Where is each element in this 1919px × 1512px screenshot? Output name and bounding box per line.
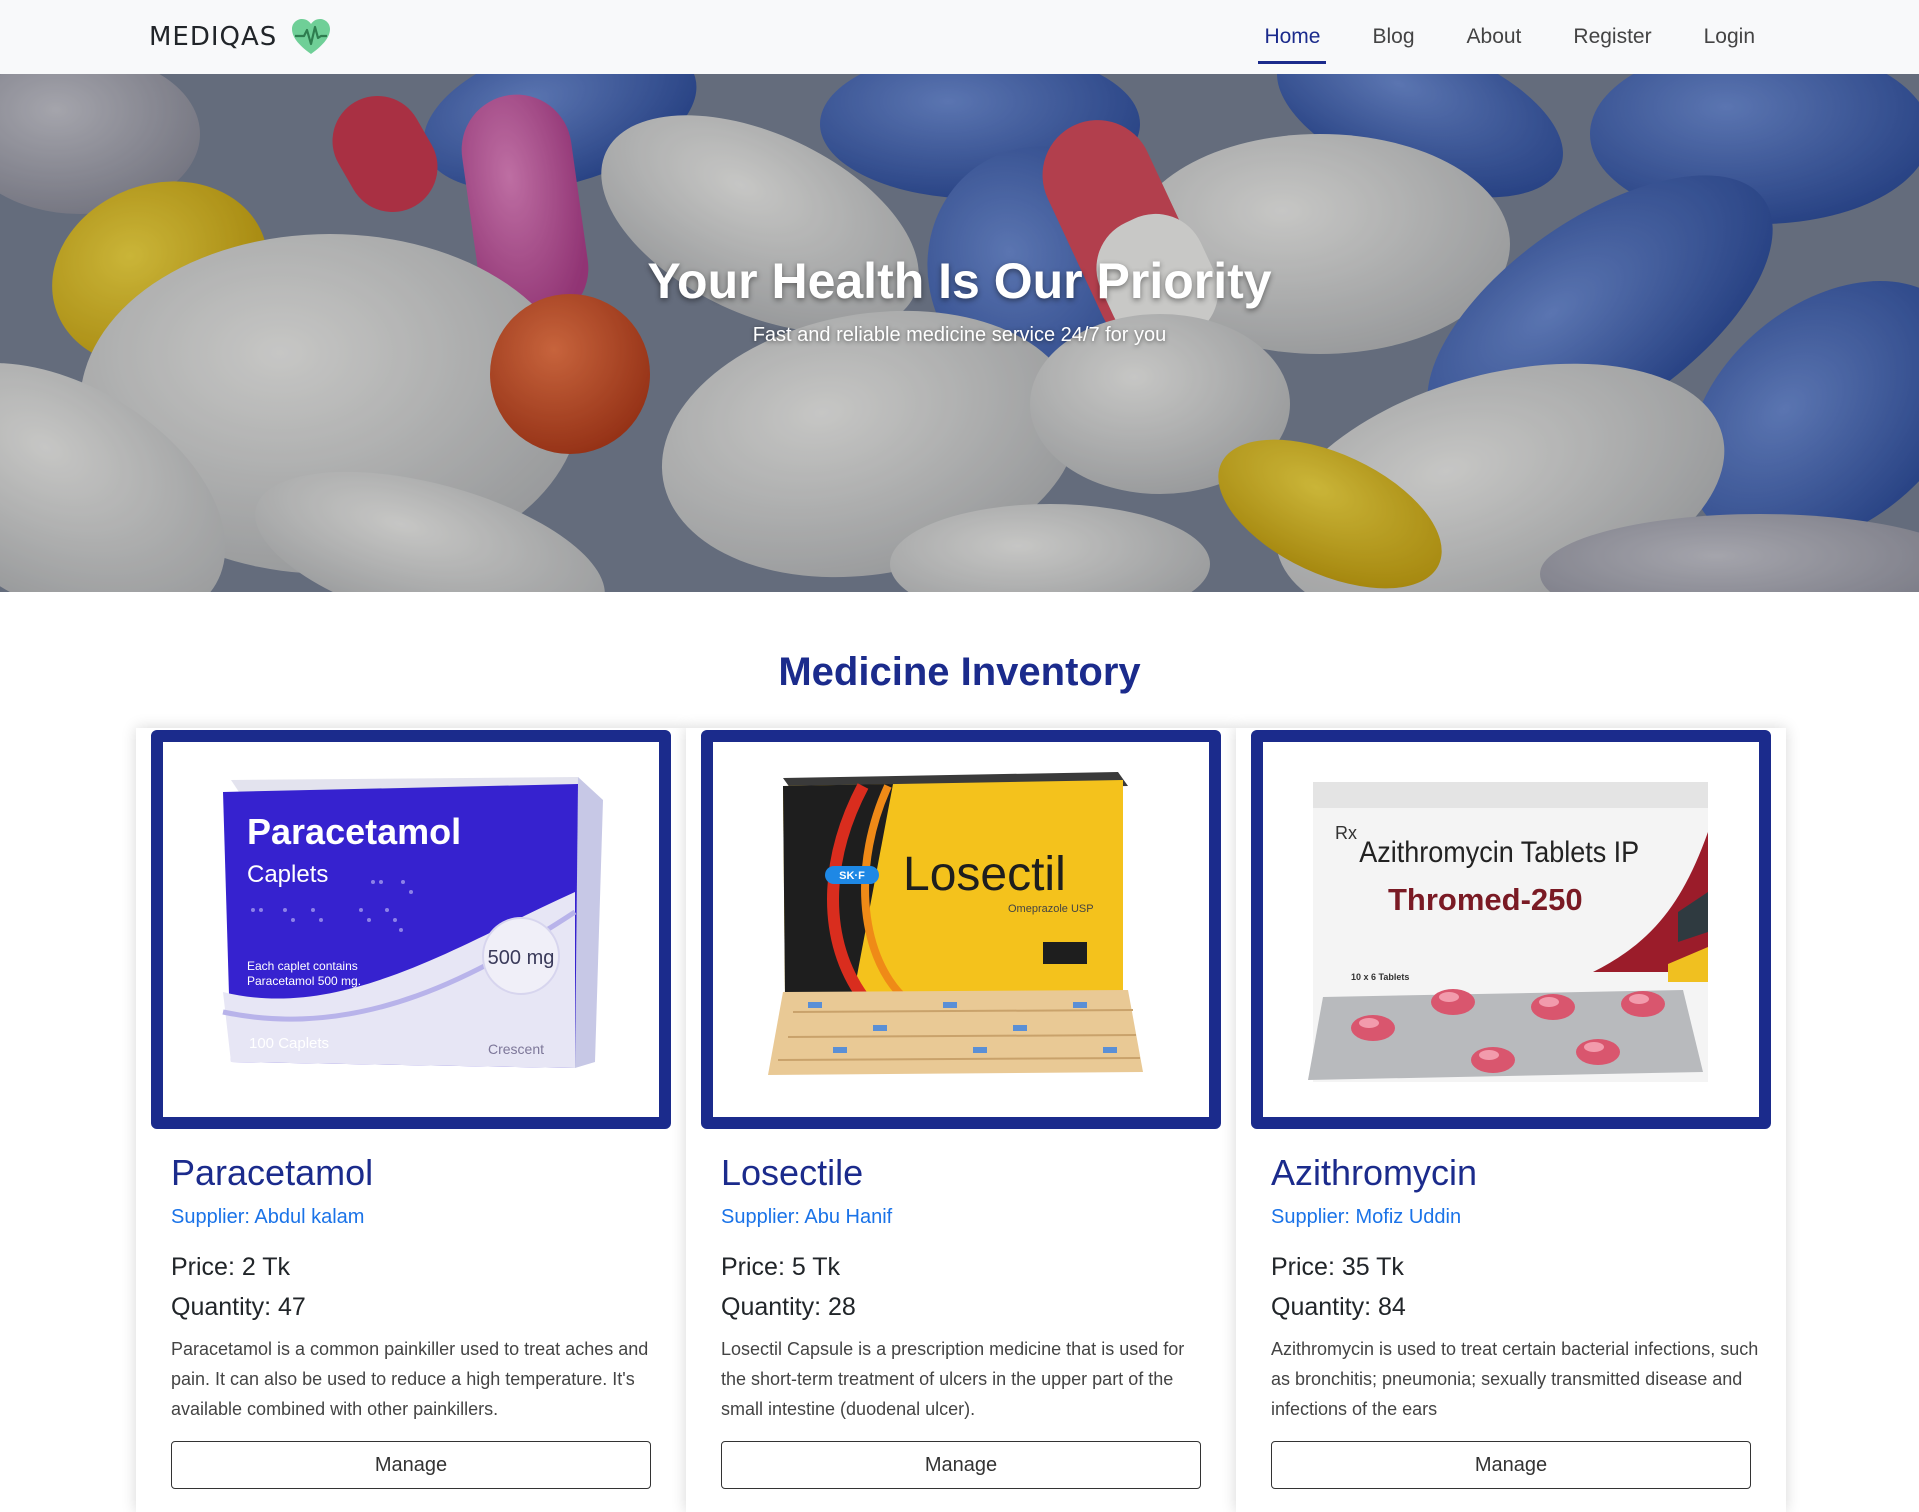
medicine-price: Price: 5 Tk [721,1253,841,1281]
brand-name: MEDIQAS [149,22,278,52]
box-sub-text: Omeprazole USP [1008,903,1094,915]
nav-link-blog[interactable]: Blog [1366,0,1420,74]
box-maker-text: Crescent [488,1041,544,1057]
box-brand-text: Paracetamol [247,811,461,852]
medicine-description: Azithromycin is used to treat certain ba… [1271,1339,1759,1419]
nav-menu: Home Blog About Register Login [1218,0,1761,74]
heart-pulse-icon [292,19,331,54]
manage-button[interactable]: Manage [721,1441,1201,1489]
box-line1-text: Azithromycin Tablets IP [1359,836,1639,870]
box-brand-text: Losectil [903,848,1066,901]
medicine-price: Price: 2 Tk [171,1253,291,1281]
inventory-heading: Medicine Inventory [778,650,1141,694]
medicine-card-azithromycin: Rx Azithromycin Tablets IP Thromed-250 1… [1236,728,1786,1512]
box-note-1: Each caplet contains [247,959,358,973]
navbar: MEDIQAS Home Blog About Register Login [0,0,1919,74]
medicine-supplier: Supplier: Mofiz Uddin [1271,1206,1462,1228]
medicine-name: Azithromycin [1271,1152,1478,1193]
brand-logo[interactable]: MEDIQAS [149,18,331,56]
medicine-supplier: Supplier: Abu Hanif [721,1206,893,1228]
losectil-box-image: SK·F Losectil Omeprazole USP [713,742,1209,1117]
medicine-description: Losectil Capsule is a prescription medic… [721,1339,1185,1419]
medicine-description: Paracetamol is a common painkiller used … [171,1339,649,1419]
box-dose-text: 500 mg [488,947,555,969]
nav-link-login[interactable]: Login [1698,0,1761,74]
medicine-name: Paracetamol [171,1152,374,1193]
medicine-card-paracetamol: 500 mg Paracetamol Caplets Each caplet c… [136,728,686,1512]
medicine-card-losectile: SK·F Losectil Omeprazole USP Losectile S… [686,728,1236,1512]
medicine-image-frame: Rx Azithromycin Tablets IP Thromed-250 1… [1251,730,1771,1129]
manage-button[interactable]: Manage [1271,1441,1751,1489]
box-rx-text: Rx [1335,823,1357,843]
nav-link-home[interactable]: Home [1258,0,1327,74]
medicine-quantity: Quantity: 28 [721,1293,856,1321]
medicine-image-frame: SK·F Losectil Omeprazole USP [701,730,1221,1129]
paracetamol-box-image: 500 mg Paracetamol Caplets Each caplet c… [163,742,659,1117]
box-sub-text: Caplets [247,861,328,888]
box-badge-text: SK·F [839,870,865,882]
medicine-quantity: Quantity: 47 [171,1293,306,1321]
azithromycin-box-image: Rx Azithromycin Tablets IP Thromed-250 1… [1263,742,1759,1117]
medicine-quantity: Quantity: 84 [1271,1293,1406,1321]
box-count-text: 10 x 6 Tablets [1351,972,1409,982]
medicine-image-frame: 500 mg Paracetamol Caplets Each caplet c… [151,730,671,1129]
hero-subtitle: Fast and reliable medicine service 24/7 … [752,324,1167,346]
nav-link-register[interactable]: Register [1567,0,1657,74]
hero-banner: Your Health Is Our Priority Fast and rel… [0,74,1919,592]
medicine-supplier: Supplier: Abdul kalam [171,1206,365,1228]
medicine-name: Losectile [721,1152,864,1193]
box-line2-text: Thromed-250 [1388,882,1583,917]
box-count-text: 100 Caplets [249,1035,329,1052]
box-note-2: Paracetamol 500 mg. [247,974,361,988]
manage-button[interactable]: Manage [171,1441,651,1489]
medicine-price: Price: 35 Tk [1271,1253,1404,1281]
nav-link-about[interactable]: About [1461,0,1528,74]
hero-title: Your Health Is Our Priority [647,253,1272,309]
